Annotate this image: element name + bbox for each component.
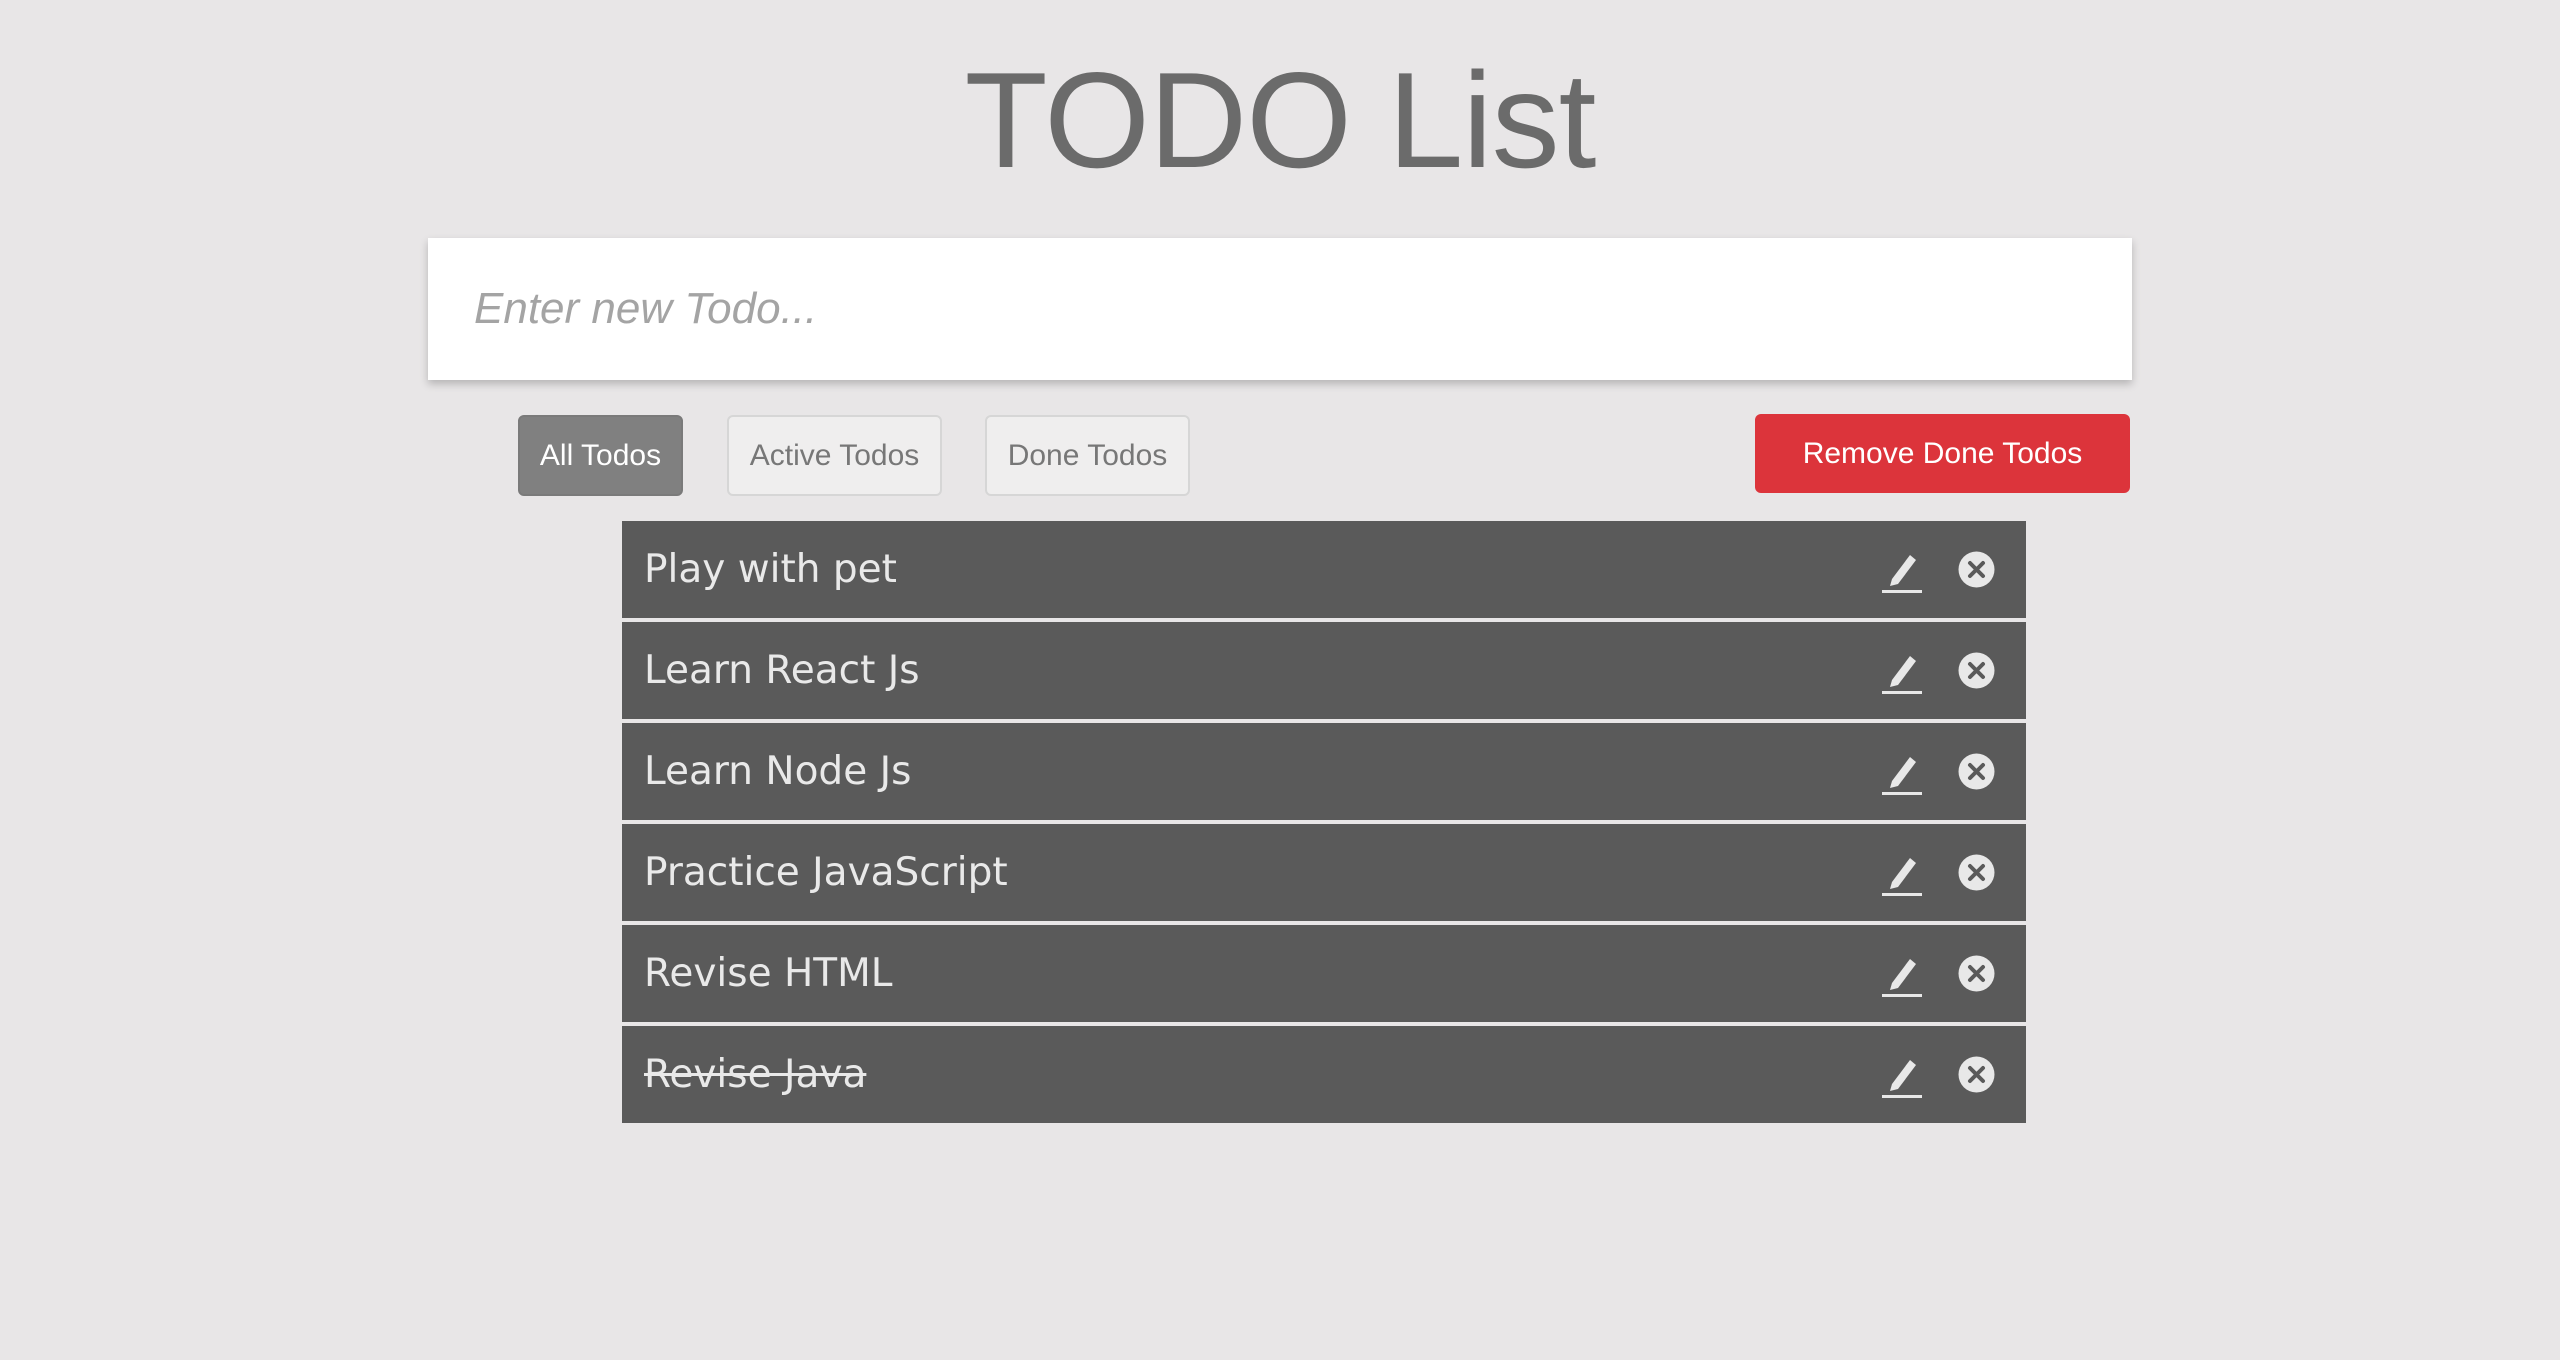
page-title: TODO List [964,44,1597,196]
close-circle-icon[interactable] [1958,753,1995,790]
todo-item[interactable]: Play with pet [622,521,2026,618]
pencil-icon[interactable] [1880,848,1924,898]
close-circle-icon[interactable] [1958,652,1995,689]
pencil-icon[interactable] [1880,1050,1924,1100]
todo-text[interactable]: Learn React Js [644,648,2026,693]
close-circle-icon[interactable] [1958,955,1995,992]
pencil-icon[interactable] [1880,646,1924,696]
close-circle-icon[interactable] [1958,1056,1995,1093]
todo-item[interactable]: Revise Java [622,1026,2026,1123]
todo-item[interactable]: Learn Node Js [622,723,2026,820]
pencil-icon[interactable] [1880,949,1924,999]
remove-done-button[interactable]: Remove Done Todos [1755,414,2130,493]
todo-text[interactable]: Practice JavaScript [644,850,2026,895]
pencil-icon[interactable] [1880,545,1924,595]
new-todo-input[interactable] [428,238,2132,380]
todo-item[interactable]: Learn React Js [622,622,2026,719]
todo-app: TODO List All Todos Active Todos Done To… [0,0,2560,1360]
todo-text[interactable]: Revise HTML [644,951,2026,996]
close-circle-icon[interactable] [1958,551,1995,588]
filter-done-button[interactable]: Done Todos [985,415,1190,496]
todo-list: Play with pet Learn React Js Learn Node [622,521,2026,1127]
todo-text[interactable]: Learn Node Js [644,749,2026,794]
filter-all-button[interactable]: All Todos [518,415,683,496]
todo-text[interactable]: Revise Java [644,1052,2026,1097]
filter-active-button[interactable]: Active Todos [727,415,942,496]
todo-item[interactable]: Practice JavaScript [622,824,2026,921]
todo-text[interactable]: Play with pet [644,547,2026,592]
todo-item[interactable]: Revise HTML [622,925,2026,1022]
close-circle-icon[interactable] [1958,854,1995,891]
pencil-icon[interactable] [1880,747,1924,797]
